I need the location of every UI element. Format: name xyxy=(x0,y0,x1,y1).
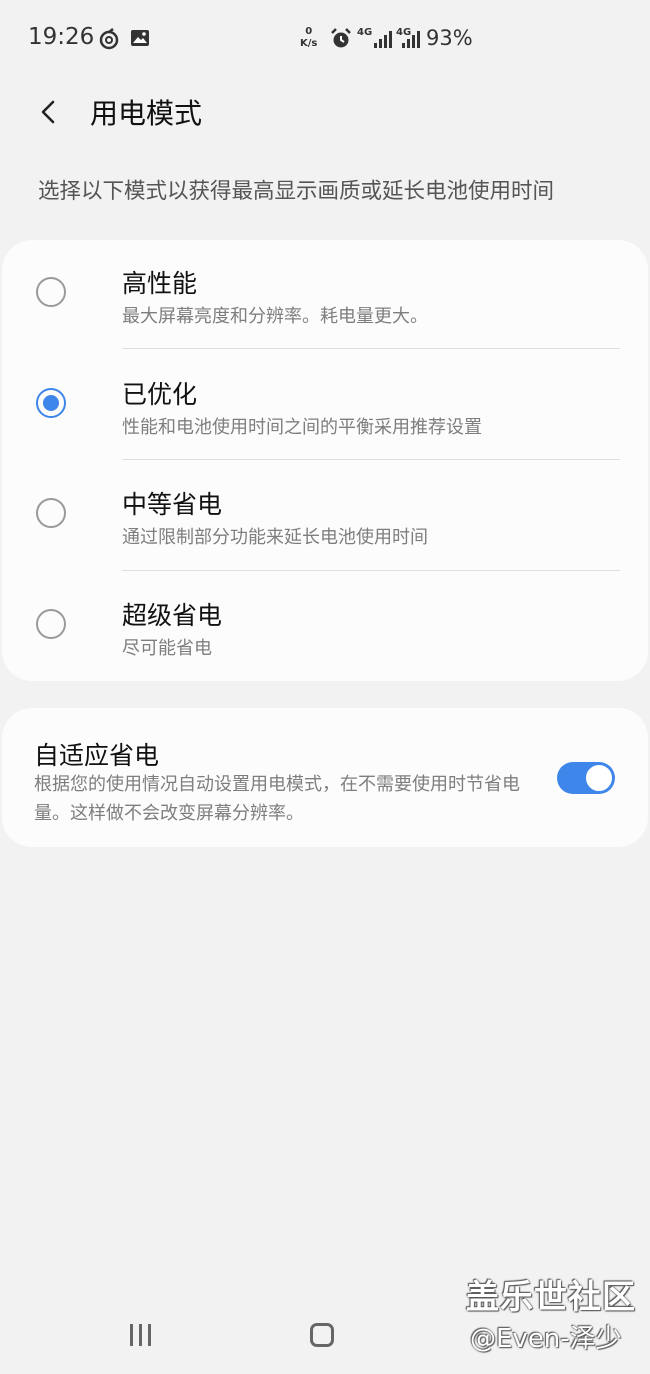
adaptive-title: 自适应省电 xyxy=(34,741,160,770)
mode-option-medium-saving[interactable]: 中等省电 通过限制部分功能来延长电池使用时间 xyxy=(2,461,648,571)
status-bar: 19:26 0 K/s 4G 4G 93% xyxy=(0,0,650,80)
page-description: 选择以下模式以获得最高显示画质或延长电池使用时间 xyxy=(38,179,555,204)
toggle-knob xyxy=(584,763,614,793)
back-arrow-icon xyxy=(41,100,55,124)
adaptive-power-card[interactable]: 自适应省电 根据您的使用情况自动设置用电模式，在不需要使用时节省电量。这样做不会… xyxy=(2,708,648,847)
home-button[interactable] xyxy=(310,1323,334,1347)
status-time: 19:26 xyxy=(28,24,95,50)
radio-button-selected[interactable] xyxy=(36,388,66,418)
divider xyxy=(122,459,620,460)
recents-button[interactable] xyxy=(128,1324,154,1348)
radio-button[interactable] xyxy=(36,609,66,639)
mode-title: 已优化 xyxy=(122,380,198,409)
battery-level: 93% xyxy=(426,26,473,50)
mode-title: 超级省电 xyxy=(122,601,223,630)
header: 用电模式 xyxy=(0,80,650,144)
netease-music-icon xyxy=(99,28,119,50)
adaptive-subtitle: 根据您的使用情况自动设置用电模式，在不需要使用时节省电量。这样做不会改变屏幕分辨… xyxy=(34,774,520,824)
back-button[interactable] xyxy=(26,90,70,134)
mode-title: 中等省电 xyxy=(122,490,223,519)
mode-subtitle: 性能和电池使用时间之间的平衡采用推荐设置 xyxy=(122,417,482,438)
network-speed: 0 K/s xyxy=(300,26,318,49)
mode-subtitle: 通过限制部分功能来延长电池使用时间 xyxy=(122,527,428,548)
radio-button[interactable] xyxy=(36,498,66,528)
divider xyxy=(122,348,620,349)
mode-option-optimized[interactable]: 已优化 性能和电池使用时间之间的平衡采用推荐设置 xyxy=(2,351,648,461)
radio-button[interactable] xyxy=(36,277,66,307)
network-type-1: 4G xyxy=(357,27,373,38)
mode-option-max-saving[interactable]: 超级省电 尽可能省电 xyxy=(2,572,648,682)
mode-option-high-performance[interactable]: 高性能 最大屏幕亮度和分辨率。耗电量更大。 xyxy=(2,240,648,350)
mode-subtitle: 最大屏幕亮度和分辨率。耗电量更大。 xyxy=(122,306,428,327)
signal-icon-2 xyxy=(402,31,420,48)
power-mode-card: 高性能 最大屏幕亮度和分辨率。耗电量更大。 已优化 性能和电池使用时间之间的平衡… xyxy=(2,240,648,681)
mode-title: 高性能 xyxy=(122,269,198,298)
watermark-author: @Even-泽少 xyxy=(470,1324,622,1354)
divider xyxy=(122,570,620,571)
watermark-title: 盖乐世社区 xyxy=(466,1277,636,1316)
gallery-icon xyxy=(131,30,149,46)
alarm-icon xyxy=(331,28,351,48)
mode-subtitle: 尽可能省电 xyxy=(122,638,212,659)
signal-icon xyxy=(374,31,392,48)
page-title: 用电模式 xyxy=(90,97,203,130)
adaptive-toggle[interactable] xyxy=(557,762,615,794)
